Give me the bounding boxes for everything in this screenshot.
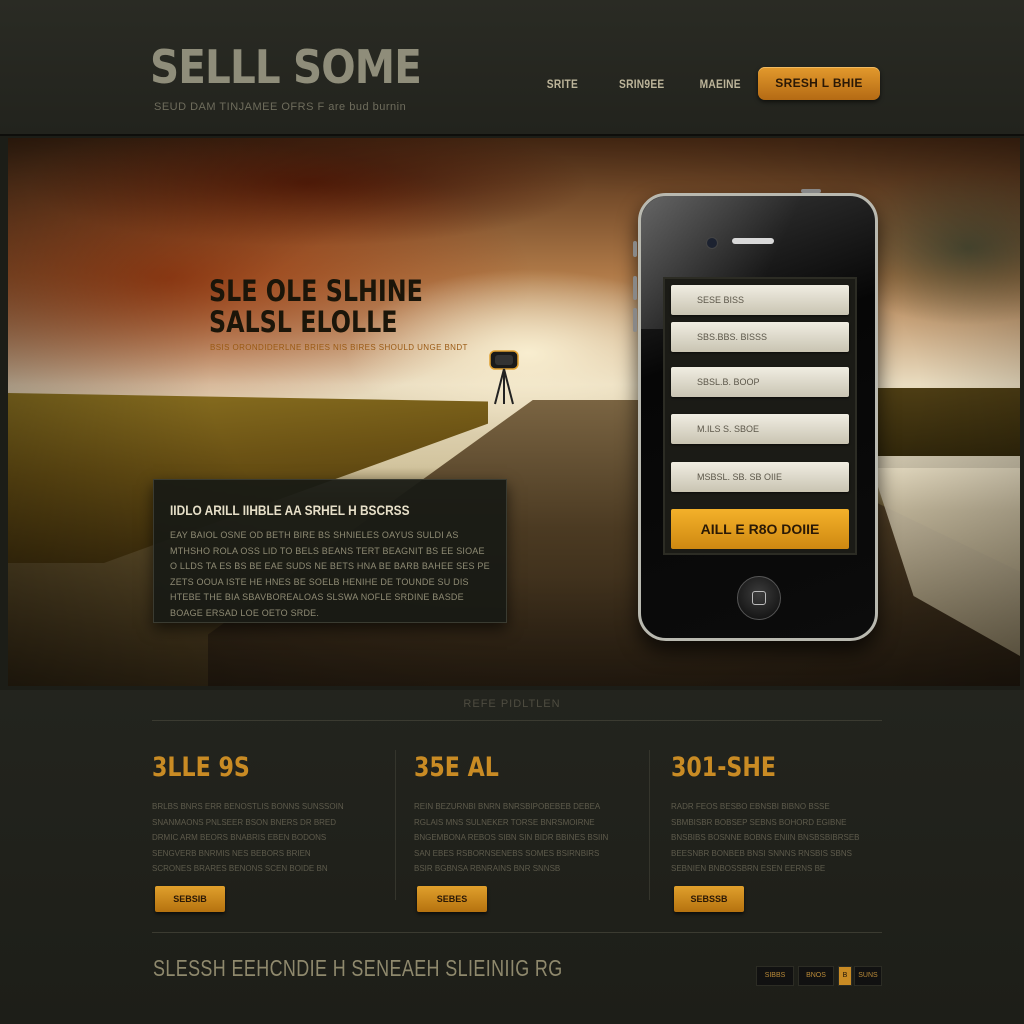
hero-title-line-2: SALSL ELOLLE xyxy=(209,305,398,339)
site-header: SELLL SOME SEUD DAM TINJAMEE OFRS F are … xyxy=(0,0,1024,136)
phone-volume-up xyxy=(633,276,637,300)
nav-cta-button[interactable]: SRESH L BHIE xyxy=(758,67,880,100)
phone-menu-item-2[interactable]: SBS.BBS. BISSS xyxy=(671,322,849,352)
phone-power-button xyxy=(801,189,821,193)
divider-bottom xyxy=(152,932,882,933)
footer-link-2[interactable]: BNOS xyxy=(798,966,834,986)
front-camera-icon xyxy=(706,237,718,249)
feature-title: 3LLE 9S xyxy=(152,752,250,783)
feature-button[interactable]: SEBES xyxy=(417,886,487,912)
feature-title: 301-SHE xyxy=(671,752,777,783)
site-tagline: SEUD DAM TINJAMEE OFRS F are bud burnin xyxy=(154,101,407,113)
phone-cta-button[interactable]: AILL E R8O DOIIE xyxy=(671,509,849,549)
footer-link-3[interactable]: B xyxy=(838,966,852,986)
feature-column-2: 35E AL REIN BEZURNBI BNRN BNRSBIPOBEBEB … xyxy=(414,752,624,922)
panel-title: IIDLO ARILL IIHBLE AA SRHEL H BSCRSS xyxy=(170,502,410,518)
feature-body: REIN BEZURNBI BNRN BNRSBIPOBEBEB DEBEA R… xyxy=(414,802,609,873)
phone-speaker xyxy=(732,238,774,244)
phone-volume-down xyxy=(633,308,637,332)
feature-body: RADR FEOS BESBO EBNSBI BIBNO BSSE SBMBIS… xyxy=(671,802,860,873)
phone-mute-switch xyxy=(633,241,637,257)
smartphone-mockup: SESE BISS SBS.BBS. BISSS SBSL.B. BOOP M.… xyxy=(633,189,878,641)
home-button-icon[interactable] xyxy=(737,576,781,620)
column-divider xyxy=(649,750,650,900)
home-square-icon xyxy=(752,591,766,605)
phone-menu-item-1[interactable]: SESE BISS xyxy=(671,285,849,315)
hero-text-panel: IIDLO ARILL IIHBLE AA SRHEL H BSCRSS EAY… xyxy=(153,479,507,623)
hero-subtitle: BSIS ORONDIDERLNE BRIES NIS BIRES SHOULD… xyxy=(210,343,468,352)
feature-column-3: 301-SHE RADR FEOS BESBO EBNSBI BIBNO BSS… xyxy=(671,752,881,922)
section-label: REFE PIDLTLEN xyxy=(463,698,561,710)
nav-link-3[interactable]: MAEINE xyxy=(700,77,741,91)
phone-menu-item-5[interactable]: MSBSL. SB. SB OIIE xyxy=(671,462,849,492)
phone-menu-item-4[interactable]: M.ILS S. SBOE xyxy=(671,414,849,444)
column-divider xyxy=(395,750,396,900)
divider-top xyxy=(152,720,882,721)
features-section: REFE PIDLTLEN 3LLE 9S BRLBS BNRS ERR BEN… xyxy=(0,690,1024,1024)
feature-button[interactable]: SEBSIB xyxy=(155,886,225,912)
feature-column-1: 3LLE 9S BRLBS BNRS ERR BENOSTLIS BONNS S… xyxy=(152,752,362,922)
feature-body: BRLBS BNRS ERR BENOSTLIS BONNS SUNSSOIN … xyxy=(152,802,344,873)
footer-slogan: SLESSH EEHCNDIE H SENEAEH SLIEINIIG RG xyxy=(153,955,563,981)
camera-icon xyxy=(489,350,519,405)
feature-title: 35E AL xyxy=(414,752,499,783)
hero-title: SLE OLE SLHINE SALSL ELOLLE xyxy=(209,276,455,338)
footer-link-4[interactable]: SUNS xyxy=(854,966,882,986)
nav-link-1[interactable]: SRITE xyxy=(547,77,578,91)
phone-screen: SESE BISS SBS.BBS. BISSS SBSL.B. BOOP M.… xyxy=(663,277,857,555)
panel-body: EAY BAIOL OSNE OD BETH BIRE BS SHNIELES … xyxy=(170,530,490,618)
main-nav: SRITE SRIN9EE MAEINE SRESH L BHIE xyxy=(0,67,1024,101)
footer-link-1[interactable]: SIBBS xyxy=(756,966,794,986)
phone-menu-item-3[interactable]: SBSL.B. BOOP xyxy=(671,367,849,397)
nav-link-2[interactable]: SRIN9EE xyxy=(619,77,664,91)
feature-button[interactable]: SEBSSB xyxy=(674,886,744,912)
hero-banner: SLE OLE SLHINE SALSL ELOLLE BSIS ORONDID… xyxy=(8,138,1020,686)
hero-title-line-1: SLE OLE SLHINE xyxy=(209,274,423,308)
